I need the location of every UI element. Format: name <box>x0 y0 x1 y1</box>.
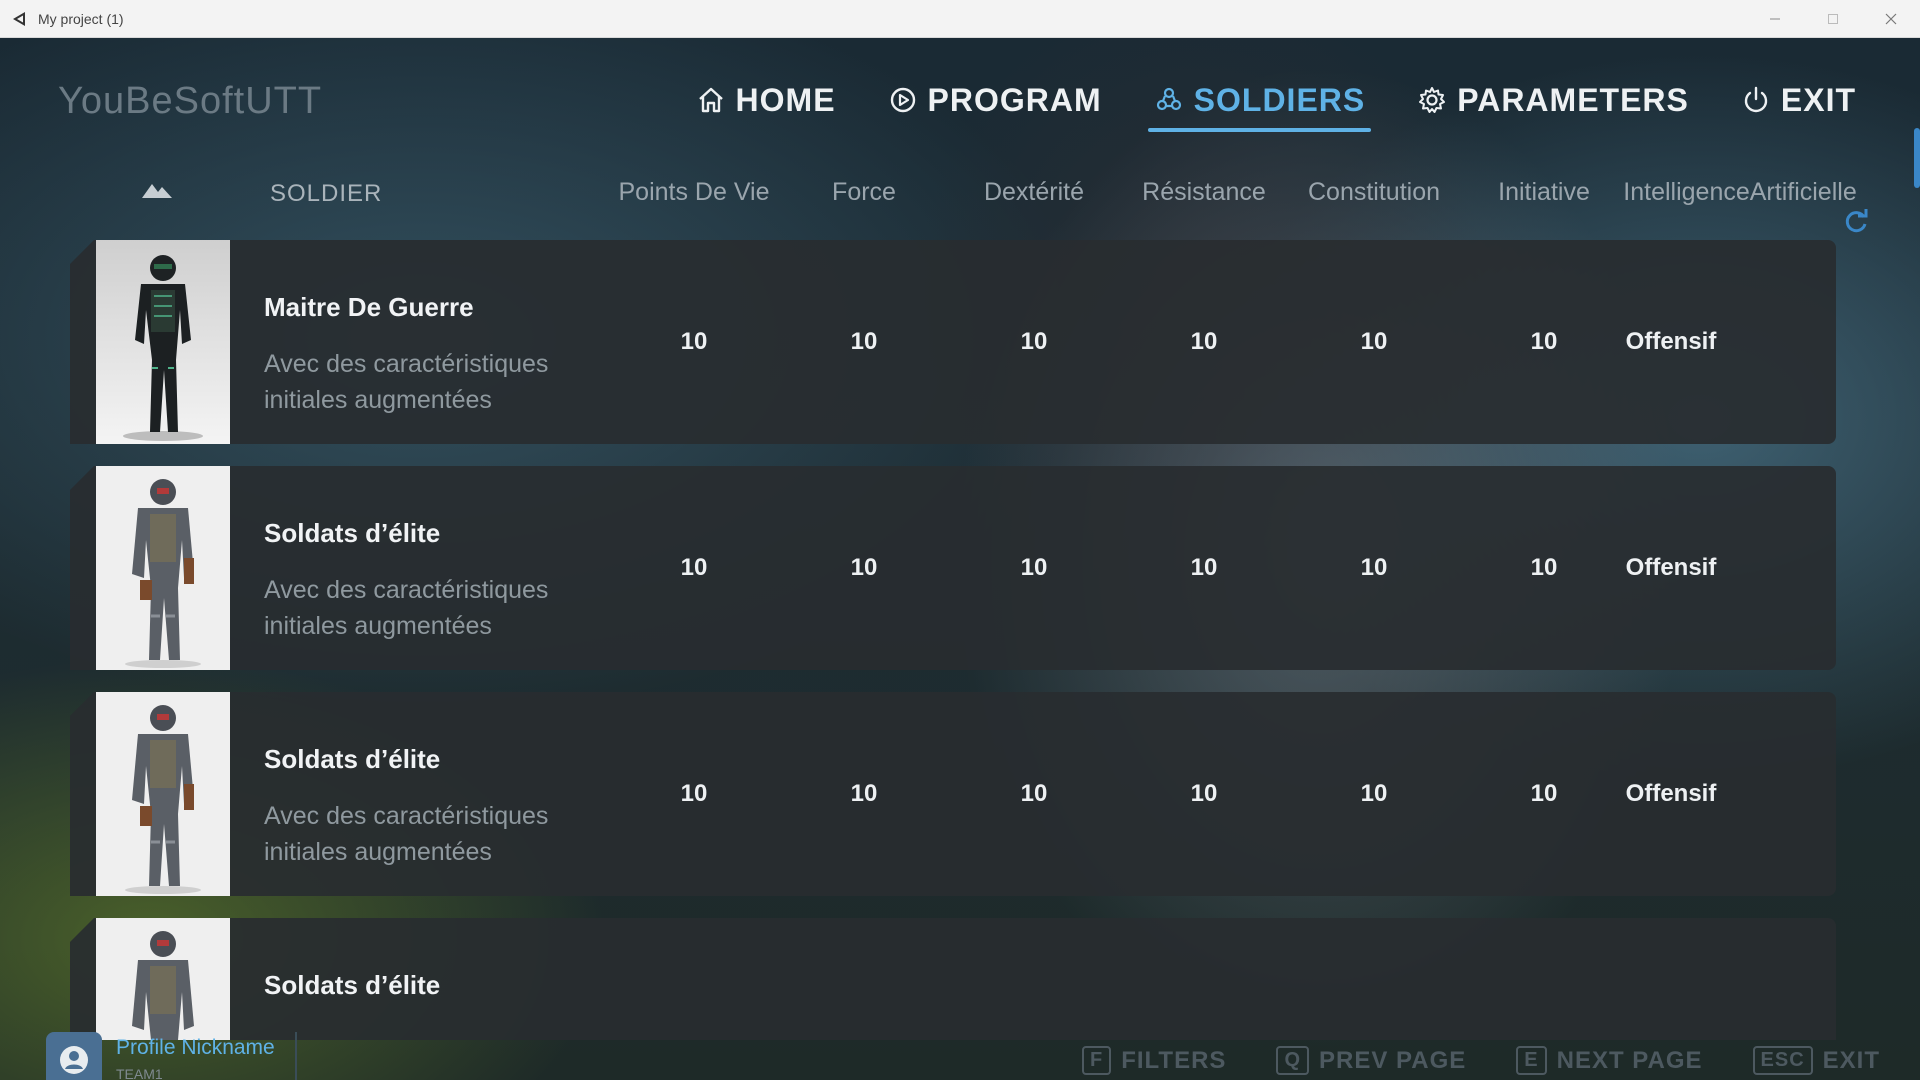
column-intelligence-artificielle[interactable]: IntelligenceArtificielle <box>1623 178 1856 207</box>
nav-program-label: PROGRAM <box>927 81 1102 118</box>
prev-page-label: PREV PAGE <box>1319 1046 1467 1074</box>
stat-intelligence-artificielle: Offensif <box>1625 328 1717 355</box>
profile-team: TEAM1 <box>116 1066 163 1080</box>
home-icon <box>696 85 726 115</box>
profile-nickname: Profile Nickname <box>116 1036 275 1059</box>
stat-resistance: 10 <box>1190 328 1218 355</box>
refresh-icon[interactable] <box>1842 208 1870 236</box>
nav-program[interactable]: PROGRAM <box>862 74 1128 126</box>
stat-points-de-vie: 10 <box>680 780 708 807</box>
key-e: E <box>1516 1046 1547 1075</box>
minimize-button[interactable] <box>1746 0 1804 37</box>
stat-force: 10 <box>850 780 878 807</box>
stat-resistance: 10 <box>1190 780 1218 807</box>
soldier-description: Avec des caractéristiques initiales augm… <box>264 350 549 414</box>
power-icon <box>1741 85 1771 115</box>
scrollbar-thumb[interactable] <box>1914 128 1920 188</box>
soldier-portrait <box>96 240 230 444</box>
stat-dexterite: 10 <box>1020 328 1048 355</box>
soldier-description: Avec des caractéristiques initiales augm… <box>264 576 549 640</box>
footer-shortcuts: F FILTERS Q PREV PAGE E NEXT PAGE ESC EX… <box>1082 1046 1880 1075</box>
user-icon <box>60 1046 88 1074</box>
window-title: My project (1) <box>38 10 124 27</box>
key-q: Q <box>1276 1046 1309 1075</box>
next-page-shortcut[interactable]: E NEXT PAGE <box>1516 1046 1702 1075</box>
nav-home[interactable]: HOME <box>670 74 862 126</box>
soldier-name: Soldats d’élite <box>264 970 441 1000</box>
stat-initiative: 10 <box>1530 328 1558 355</box>
nav-exit-label: EXIT <box>1780 81 1856 118</box>
stat-initiative: 10 <box>1530 554 1558 581</box>
soldier-portrait <box>96 692 230 896</box>
stat-force: 10 <box>850 554 878 581</box>
soldier-description: Avec des caractéristiques initiales augm… <box>264 802 549 866</box>
stat-points-de-vie: 10 <box>680 554 708 581</box>
brand-logo: YouBeSoftUTT <box>58 80 323 122</box>
prev-page-shortcut[interactable]: Q PREV PAGE <box>1276 1046 1466 1075</box>
soldier-list: Maitre De Guerre Avec des caractéristiqu… <box>70 240 1836 1040</box>
soldiers-icon <box>1154 85 1184 115</box>
soldier-portrait <box>96 918 230 1040</box>
gear-icon <box>1417 85 1447 115</box>
maximize-button[interactable] <box>1804 0 1862 37</box>
play-circle-icon <box>888 85 918 115</box>
profile-card[interactable]: Profile Nickname TEAM1 <box>46 1032 297 1080</box>
stat-dexterite: 10 <box>1020 554 1048 581</box>
soldier-row[interactable]: Soldats d’élite Avec des caractéristique… <box>70 466 1836 670</box>
stat-constitution: 10 <box>1360 780 1388 807</box>
exit-label: EXIT <box>1822 1046 1880 1074</box>
exit-shortcut[interactable]: ESC EXIT <box>1752 1046 1880 1075</box>
stat-resistance: 10 <box>1190 554 1218 581</box>
stat-initiative: 10 <box>1530 780 1558 807</box>
soldier-name: Maitre De Guerre <box>264 292 474 322</box>
filters-shortcut[interactable]: F FILTERS <box>1082 1046 1226 1075</box>
stat-force: 10 <box>850 328 878 355</box>
nav-parameters-label: PARAMETERS <box>1457 81 1689 118</box>
column-constitution[interactable]: Constitution <box>1308 178 1440 207</box>
soldier-name: Soldats d’élite <box>264 744 441 774</box>
nav-soldiers-label: SOLDIERS <box>1193 81 1366 118</box>
sort-mountain-icon[interactable] <box>140 178 174 202</box>
column-points-de-vie[interactable]: Points De Vie <box>618 178 769 207</box>
column-force[interactable]: Force <box>832 178 896 207</box>
unity-app-icon <box>10 9 30 29</box>
column-soldier[interactable]: SOLDIER <box>270 180 382 208</box>
nav-soldiers[interactable]: SOLDIERS <box>1128 74 1392 132</box>
nav-parameters[interactable]: PARAMETERS <box>1391 74 1715 126</box>
close-window-button[interactable] <box>1862 0 1920 37</box>
key-f: F <box>1082 1046 1112 1075</box>
column-dexterite[interactable]: Dextérité <box>984 178 1084 207</box>
soldier-row[interactable]: Soldats d’élite <box>70 918 1836 1040</box>
stat-points-de-vie: 10 <box>680 328 708 355</box>
nav-exit[interactable]: EXIT <box>1715 74 1882 126</box>
next-page-label: NEXT PAGE <box>1556 1046 1703 1074</box>
table-header: SOLDIER Points De Vie Force Dextérité Ré… <box>70 168 1870 233</box>
window-titlebar: My project (1) <box>0 0 1920 38</box>
stat-constitution: 10 <box>1360 554 1388 581</box>
main-nav: HOME PROGRAM SOLDIERS PARAMETERS EXIT <box>670 74 1882 132</box>
key-esc: ESC <box>1752 1046 1813 1075</box>
soldier-portrait <box>96 466 230 670</box>
stat-dexterite: 10 <box>1020 780 1048 807</box>
stat-intelligence-artificielle: Offensif <box>1625 554 1717 581</box>
soldier-row[interactable]: Soldats d’élite Avec des caractéristique… <box>70 692 1836 896</box>
game-viewport: YouBeSoftUTT HOME PROGRAM SOLDIERS PARAM… <box>0 38 1920 1080</box>
soldier-name: Soldats d’élite <box>264 518 441 548</box>
nav-home-label: HOME <box>735 81 836 118</box>
column-initiative[interactable]: Initiative <box>1498 178 1590 207</box>
column-resistance[interactable]: Résistance <box>1142 178 1266 207</box>
stat-intelligence-artificielle: Offensif <box>1625 780 1717 807</box>
stat-constitution: 10 <box>1360 328 1388 355</box>
filters-label: FILTERS <box>1121 1046 1227 1074</box>
soldier-row[interactable]: Maitre De Guerre Avec des caractéristiqu… <box>70 240 1836 444</box>
avatar <box>46 1032 102 1080</box>
